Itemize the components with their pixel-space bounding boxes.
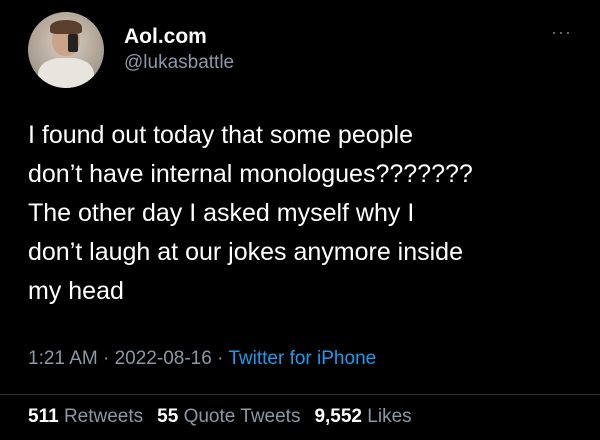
user-handle[interactable]: @lukasbattle <box>124 50 234 76</box>
meta-separator: · <box>217 348 224 369</box>
tweet-date[interactable]: 2022-08-16 <box>115 348 212 369</box>
tweet-source[interactable]: Twitter for iPhone <box>228 348 376 369</box>
meta-separator: · <box>103 348 110 369</box>
quote-tweets-count: 55 <box>157 406 179 427</box>
avatar[interactable] <box>28 12 104 88</box>
likes-label: Likes <box>367 406 412 427</box>
retweets-count: 511 <box>28 406 59 427</box>
avatar-hair-shape <box>50 20 82 34</box>
likes-count: 9,552 <box>314 406 362 427</box>
avatar-body-shape <box>38 58 94 88</box>
author-names: Aol.com @lukasbattle <box>124 24 234 76</box>
more-options-icon[interactable]: ··· <box>551 22 572 43</box>
avatar-phone-shape <box>68 34 78 52</box>
tweet-card: Aol.com @lukasbattle ··· I found out tod… <box>0 0 600 440</box>
tweet-text: I found out today that some people don’t… <box>28 121 473 305</box>
retweets-stat[interactable]: 511 Retweets <box>28 406 143 427</box>
tweet-meta: 1:21 AM · 2022-08-16 · Twitter for iPhon… <box>28 348 376 370</box>
display-name[interactable]: Aol.com <box>124 24 234 50</box>
tweet-stats: 511 Retweets 55 Quote Tweets 9,552 Likes <box>28 406 412 428</box>
quote-tweets-label: Quote Tweets <box>183 406 301 427</box>
tweet-time[interactable]: 1:21 AM <box>28 348 98 369</box>
retweets-label: Retweets <box>63 406 144 427</box>
quote-tweets-stat[interactable]: 55 Quote Tweets <box>157 406 300 427</box>
likes-stat[interactable]: 9,552 Likes <box>314 406 411 427</box>
divider <box>0 394 600 395</box>
tweet-header: Aol.com @lukasbattle <box>28 12 234 88</box>
